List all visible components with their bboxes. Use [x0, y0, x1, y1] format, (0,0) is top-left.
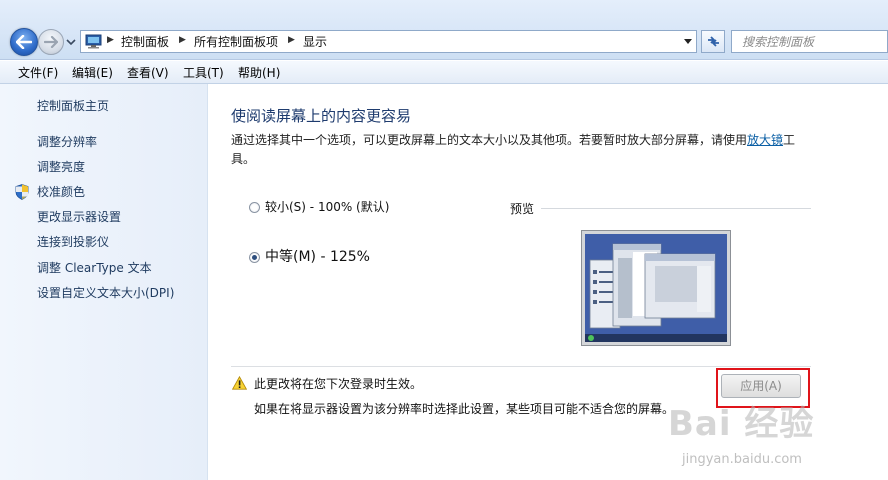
preview-image — [581, 230, 731, 346]
menu-file[interactable]: 文件(F) — [18, 65, 58, 81]
refresh-icon — [707, 36, 719, 47]
radio-smaller[interactable] — [249, 202, 260, 213]
breadcrumb-separator: ▶ — [179, 35, 186, 45]
page-title: 使阅读屏幕上的内容更容易 — [231, 107, 412, 125]
option-medium-label: 中等(M) - 125% — [265, 249, 370, 265]
breadcrumb-display[interactable]: 显示 — [303, 34, 327, 50]
sidebar-item-adjust-brightness[interactable]: 调整亮度 — [37, 159, 85, 175]
address-bar: ▶ 控制面板 ▶ 所有控制面板项 ▶ 显示 搜索控制面板 — [0, 0, 888, 60]
section-divider — [231, 366, 811, 367]
page-description: 通过选择其中一个选项，可以更改屏幕上的文本大小以及其他项。若要暂时放大部分屏幕，… — [231, 131, 806, 169]
uac-shield-icon — [15, 184, 29, 200]
sidebar-item-change-display-settings[interactable]: 更改显示器设置 — [37, 209, 121, 225]
sidebar-item-calibrate-color[interactable]: 校准颜色 — [37, 184, 85, 200]
highlight-annotation-box — [716, 368, 810, 408]
description-text: 通过选择其中一个选项，可以更改屏幕上的文本大小以及其他项。若要暂时放大部分屏幕，… — [231, 133, 748, 147]
main-content: 使阅读屏幕上的内容更容易 通过选择其中一个选项，可以更改屏幕上的文本大小以及其他… — [209, 84, 888, 480]
refresh-button[interactable] — [701, 30, 725, 53]
address-dropdown-icon[interactable] — [684, 39, 692, 44]
menu-bar: 文件(F) 编辑(E) 查看(V) 工具(T) 帮助(H) — [0, 61, 888, 84]
sidebar: 控制面板主页 调整分辨率 调整亮度 校准颜色 更改显示器设置 连接到投影仪 调整… — [0, 84, 208, 480]
magnifier-link[interactable]: 放大镜 — [747, 133, 783, 147]
radio-medium[interactable] — [249, 252, 260, 263]
menu-edit[interactable]: 编辑(E) — [72, 65, 113, 81]
sidebar-item-connect-projector[interactable]: 连接到投影仪 — [37, 234, 109, 250]
sidebar-item-cleartype[interactable]: 调整 ClearType 文本 — [37, 260, 152, 276]
warning-message: 此更改将在您下次登录时生效。 — [254, 377, 423, 391]
address-field[interactable]: ▶ 控制面板 ▶ 所有控制面板项 ▶ 显示 — [80, 30, 697, 53]
option-smaller-label: 较小(S) - 100% (默认) — [265, 200, 390, 214]
breadcrumb-separator: ▶ — [288, 35, 295, 45]
sidebar-item-custom-dpi[interactable]: 设置自定义文本大小(DPI) — [37, 285, 174, 301]
recent-pages-dropdown-icon[interactable] — [66, 38, 76, 46]
breadcrumb-separator: ▶ — [107, 35, 114, 45]
search-input[interactable]: 搜索控制面板 — [731, 30, 888, 53]
forward-arrow-icon — [44, 36, 58, 48]
breadcrumb-control-panel[interactable]: 控制面板 — [121, 34, 169, 50]
search-placeholder: 搜索控制面板 — [742, 35, 815, 49]
sidebar-item-control-panel-home[interactable]: 控制面板主页 — [37, 98, 109, 114]
forward-button[interactable] — [38, 29, 64, 55]
warning-icon — [232, 376, 247, 390]
preview-divider — [541, 208, 811, 209]
warning-detail: 如果在将显示器设置为该分辨率时选择此设置，某些项目可能不适合您的屏幕。 — [254, 402, 675, 416]
control-panel-icon — [85, 34, 102, 49]
sidebar-item-adjust-resolution[interactable]: 调整分辨率 — [37, 134, 97, 150]
menu-tools[interactable]: 工具(T) — [183, 65, 224, 81]
menu-view[interactable]: 查看(V) — [127, 65, 169, 81]
back-arrow-icon — [16, 35, 32, 49]
menu-help[interactable]: 帮助(H) — [238, 65, 280, 81]
preview-label: 预览 — [510, 202, 535, 216]
back-button[interactable] — [10, 28, 38, 56]
breadcrumb-all-items[interactable]: 所有控制面板项 — [194, 34, 278, 50]
